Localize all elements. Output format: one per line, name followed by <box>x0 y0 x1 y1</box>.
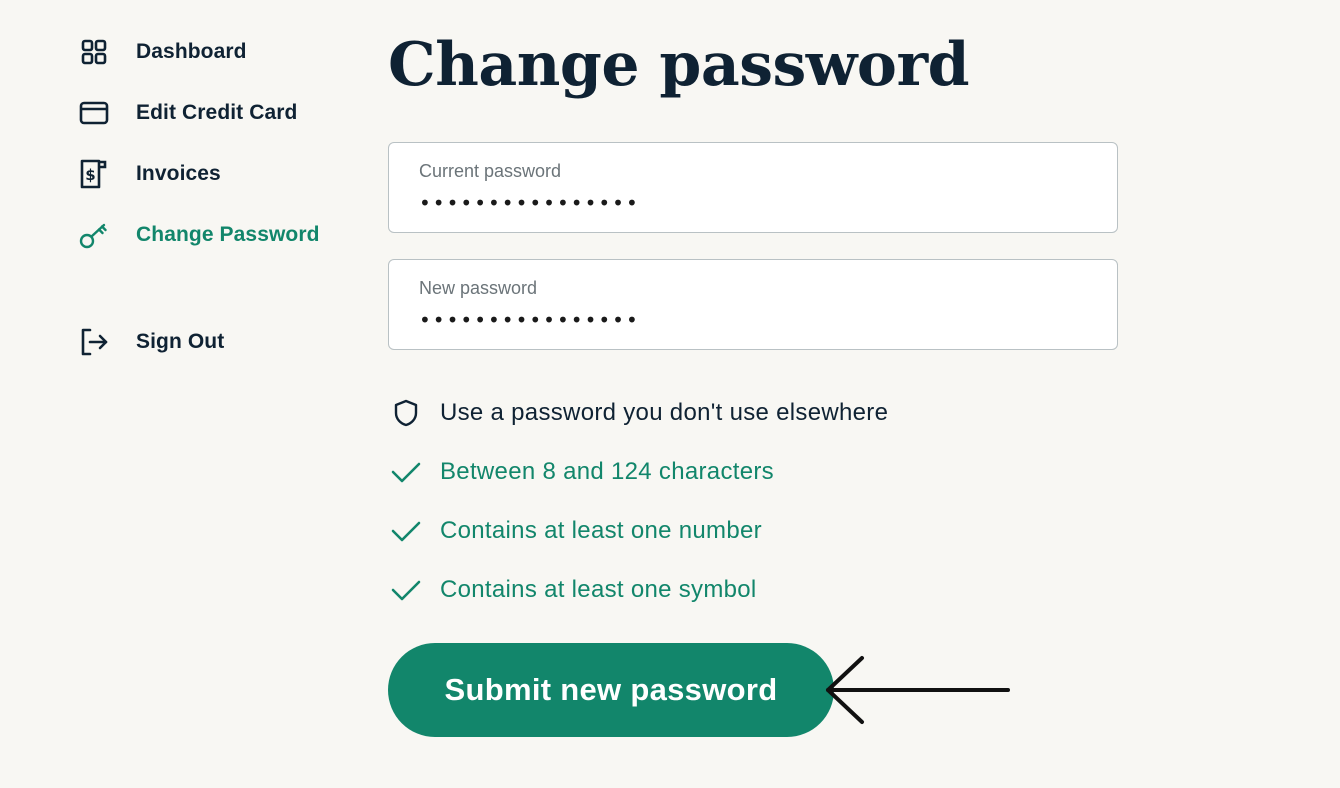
current-password-input[interactable] <box>419 188 1059 218</box>
credit-card-icon <box>78 97 110 129</box>
check-icon <box>388 454 424 490</box>
sidebar-item-change-password[interactable]: Change Password <box>78 218 320 252</box>
grid-icon <box>78 36 110 68</box>
password-rule: Contains at least one number <box>388 513 762 549</box>
shield-icon <box>388 395 424 431</box>
password-rule-text: Use a password you don't use elsewhere <box>440 399 889 426</box>
sidebar-item-edit-credit-card[interactable]: Edit Credit Card <box>78 96 297 130</box>
password-rule: Between 8 and 124 characters <box>388 454 774 490</box>
password-rule-text: Contains at least one number <box>440 517 762 544</box>
password-rule: Contains at least one symbol <box>388 572 757 608</box>
key-icon <box>78 219 110 251</box>
sidebar-item-invoices[interactable]: $ Invoices <box>78 157 221 191</box>
new-password-input[interactable] <box>419 305 1059 335</box>
sidebar-item-label: Edit Credit Card <box>136 101 298 124</box>
sign-out-icon <box>78 326 110 358</box>
new-password-field[interactable]: New password <box>388 259 1118 350</box>
password-rule: Use a password you don't use elsewhere <box>388 395 888 431</box>
current-password-field[interactable]: Current password <box>388 142 1118 233</box>
check-icon <box>388 513 424 549</box>
sidebar-item-dashboard[interactable]: Dashboard <box>78 35 247 69</box>
new-password-label: New password <box>419 278 538 298</box>
check-icon <box>388 572 424 608</box>
current-password-label: Current password <box>419 161 562 181</box>
sidebar-item-label: Invoices <box>136 162 221 185</box>
password-rule-text: Contains at least one symbol <box>440 576 757 603</box>
sign-out-button[interactable]: Sign Out <box>78 325 224 359</box>
page-title: Change password <box>388 30 970 100</box>
svg-text:$: $ <box>85 166 95 184</box>
sign-out-label: Sign Out <box>136 330 225 353</box>
arrow-pointer-icon <box>826 656 1010 724</box>
sidebar-item-label: Dashboard <box>136 40 247 63</box>
invoice-icon: $ <box>78 158 110 190</box>
password-rule-text: Between 8 and 124 characters <box>440 458 774 485</box>
submit-new-password-button[interactable]: Submit new password <box>388 643 834 737</box>
sidebar-item-label: Change Password <box>136 223 320 246</box>
